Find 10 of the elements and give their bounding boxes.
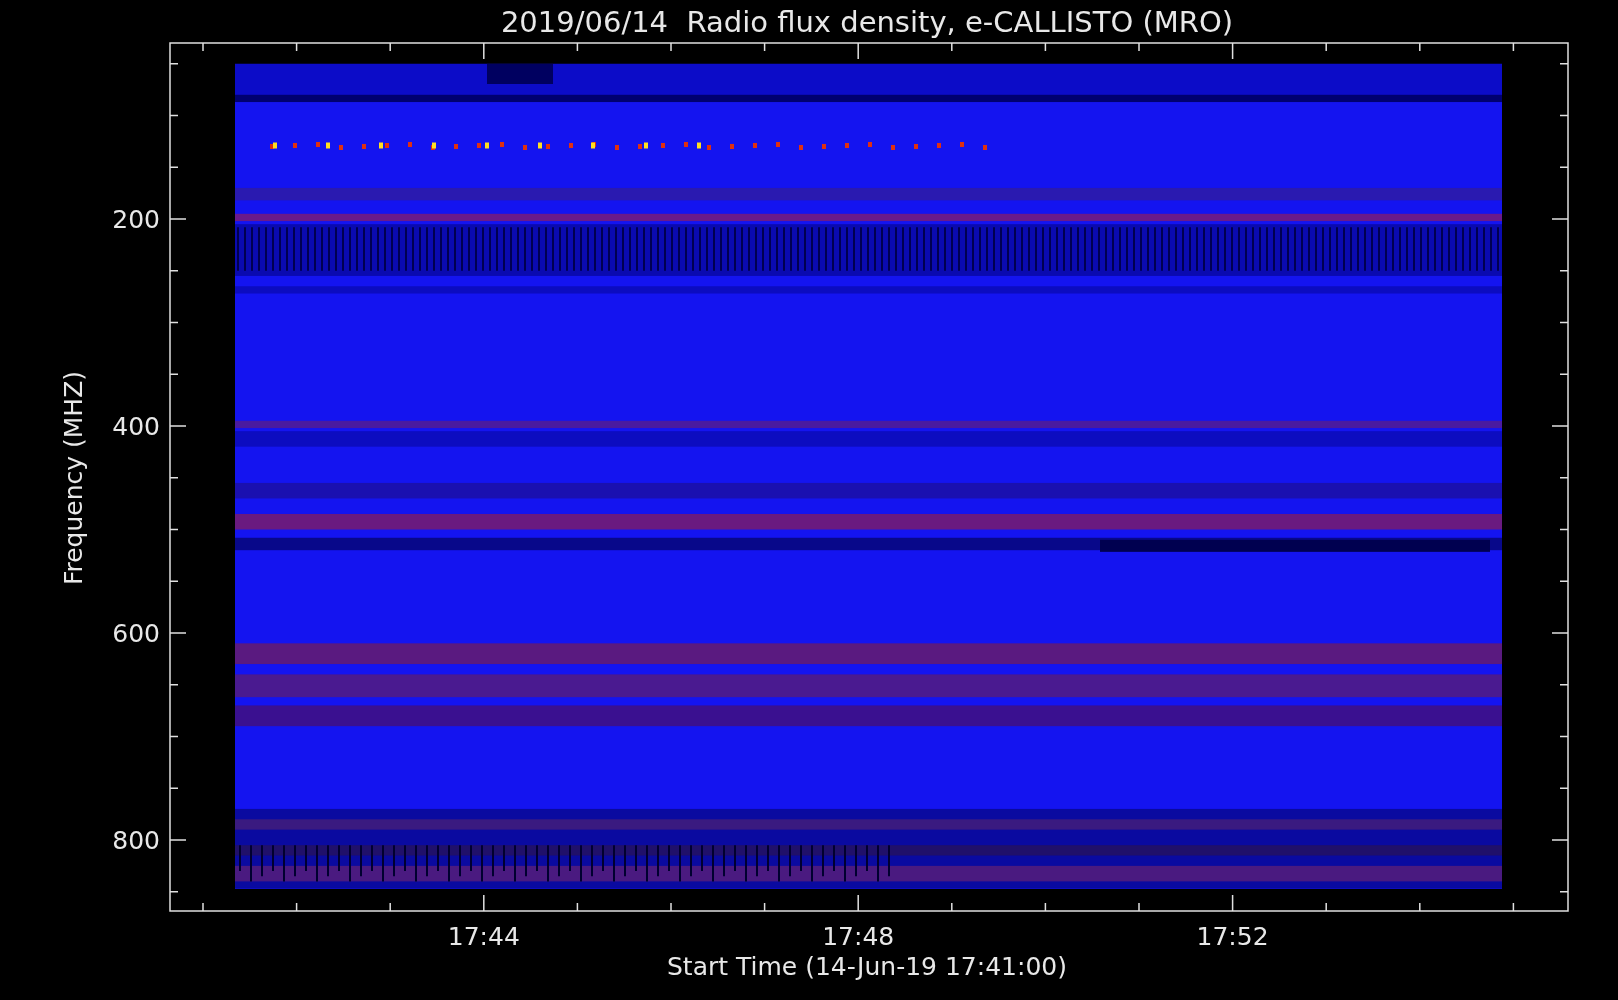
axis-tick-label: 600 <box>112 619 160 648</box>
axis-tick-label: 200 <box>112 205 160 234</box>
axis-tick-label: 400 <box>112 412 160 441</box>
axis-tick-label: 17:48 <box>822 922 895 951</box>
axis-tick-label: 800 <box>112 826 160 855</box>
axis-tick-label: 17:44 <box>447 922 520 951</box>
axis-title: Start Time (14-Jun-19 17:41:00) <box>667 952 1067 981</box>
axis-title: Frequency (MHZ) <box>59 370 88 586</box>
chart-title: 2019/06/14 Radio flux density, e-CALLISTO (MRO) <box>500 5 1234 39</box>
axis-tick-label: 17:52 <box>1196 922 1269 951</box>
